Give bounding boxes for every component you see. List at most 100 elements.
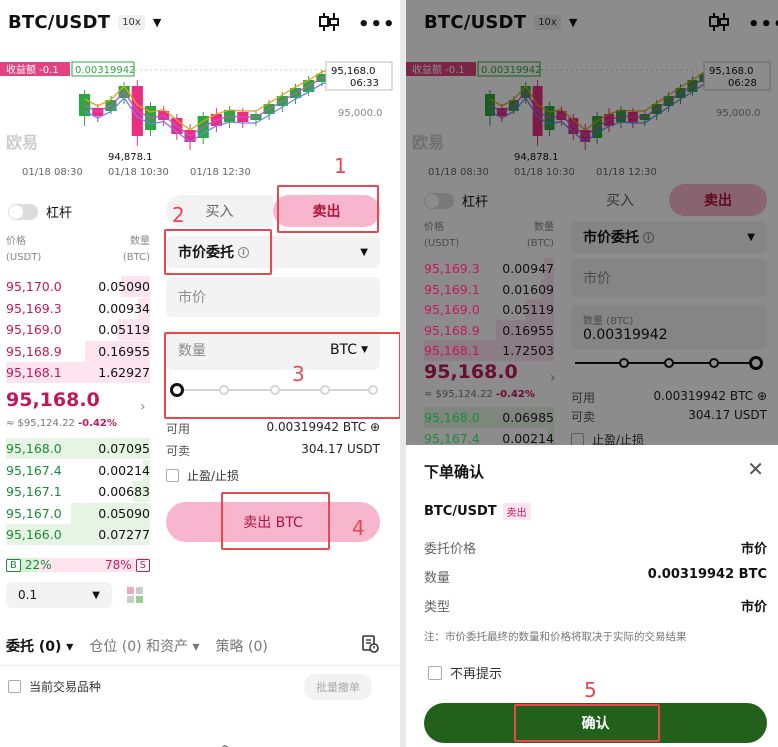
ask-qty: 0.00947 bbox=[502, 261, 554, 276]
available-row: 可用 0.00319942 BTC ⊕ bbox=[166, 420, 380, 436]
batch-cancel-button[interactable]: 批量撤单 bbox=[304, 674, 372, 700]
bid-row[interactable]: 95,166.0 0.07277 bbox=[6, 524, 150, 545]
last-price-sub: ≈ $95,124.22 -0.42% bbox=[6, 418, 117, 429]
ask-price: 95,169.0 bbox=[6, 322, 62, 337]
pair-selector[interactable]: BTC/USDT 10x ▼ bbox=[8, 12, 161, 33]
ask-row[interactable]: 95,170.0 0.05090 bbox=[6, 276, 150, 297]
countdown: 06:33 bbox=[350, 78, 379, 89]
bid-qty: 0.00683 bbox=[98, 484, 150, 499]
right-screen: BTC/USDT 10x ▼ ••• 收益额 -0.10.0031994295,… bbox=[406, 0, 778, 747]
margin-toggle[interactable]: 杠杆 bbox=[8, 202, 72, 221]
bid-price: 95,168.0 bbox=[6, 441, 62, 456]
current-pair-checkbox[interactable] bbox=[8, 680, 21, 693]
modal-backdrop[interactable] bbox=[406, 0, 778, 445]
sell-ratio: 78% bbox=[104, 558, 132, 572]
ask-price: 95,168.1 bbox=[6, 365, 62, 380]
chevron-up-icon[interactable]: ︿ bbox=[218, 734, 232, 747]
annotation-number-3: 3 bbox=[292, 362, 305, 386]
time-label: 01/18 08:30 bbox=[22, 167, 83, 178]
ask-qty: 0.05119 bbox=[98, 322, 150, 337]
more-icon[interactable]: ••• bbox=[358, 14, 396, 35]
okx-watermark: 欧易 bbox=[6, 133, 38, 152]
ask-row[interactable]: 95,168.9 0.16955 bbox=[6, 340, 150, 362]
buy-sell-ratio: B 22% 78% S bbox=[6, 556, 150, 574]
tp-sl-checkbox[interactable] bbox=[166, 469, 179, 482]
ask-price: 95,169.0 bbox=[424, 302, 480, 317]
sell-tag: S bbox=[135, 558, 150, 572]
bid-price: 95,168.0 bbox=[424, 410, 480, 425]
price-tag-value: 95,168.0 bbox=[331, 66, 376, 77]
ask-row[interactable]: 95,168.1 1.62927 bbox=[6, 362, 150, 383]
annotation-box-3 bbox=[164, 332, 400, 419]
ask-price: 95,168.1 bbox=[424, 343, 480, 358]
ask-qty: 0.16955 bbox=[502, 322, 554, 338]
bid-qty: 0.05090 bbox=[98, 505, 150, 521]
candlestick-icon[interactable] bbox=[318, 12, 340, 37]
ask-qty: 1.62927 bbox=[98, 365, 150, 380]
pair-title: BTC/USDT bbox=[8, 12, 111, 33]
ask-price: 95,168.9 bbox=[6, 343, 62, 359]
chevron-down-icon: ▼ bbox=[92, 589, 100, 601]
dont-show-again-row[interactable]: 不再提示 bbox=[428, 663, 502, 682]
dialog-title: 下单确认 bbox=[424, 463, 485, 481]
ask-qty: 1.72503 bbox=[502, 343, 554, 358]
chevron-down-icon: ▼ bbox=[152, 16, 162, 29]
bid-price: 95,167.4 bbox=[424, 430, 480, 446]
tab-orders[interactable]: 委托 (0) ▾ bbox=[6, 636, 73, 656]
close-icon[interactable]: ✕ bbox=[747, 457, 764, 481]
toggle-switch[interactable] bbox=[8, 203, 38, 220]
dont-show-checkbox[interactable] bbox=[428, 665, 442, 680]
annotation-box-5 bbox=[514, 704, 660, 742]
depth-view-icon[interactable] bbox=[124, 584, 146, 606]
bid-row[interactable]: 95,167.4 0.00214 bbox=[6, 459, 150, 481]
header-actions: ••• bbox=[318, 12, 396, 37]
sellable-row: 可卖 304.17 USDT bbox=[166, 442, 380, 458]
ask-qty: 0.16955 bbox=[98, 343, 150, 359]
precision-select[interactable]: 0.1 ▼ bbox=[6, 582, 112, 608]
bid-qty: 0.06985 bbox=[502, 410, 554, 425]
buy-tag: B bbox=[6, 558, 21, 572]
ask-qty: 0.00934 bbox=[98, 300, 150, 316]
dialog-pair: BTC/USDT 卖出 bbox=[424, 503, 531, 520]
bid-price: 95,167.0 bbox=[6, 505, 62, 521]
dialog-row-price: 委托价格 市价 bbox=[424, 542, 767, 557]
bid-qty: 0.00214 bbox=[502, 430, 554, 446]
low-label: 94,878.1 bbox=[108, 152, 153, 163]
bid-row[interactable]: 95,168.0 0.07095 bbox=[6, 438, 150, 459]
price-input[interactable]: 市价 bbox=[166, 277, 380, 317]
annotation-number-2: 2 bbox=[172, 203, 185, 227]
ma-line bbox=[84, 67, 362, 137]
add-circle-icon[interactable]: ⊕ bbox=[370, 420, 380, 434]
chevron-right-icon[interactable]: › bbox=[140, 399, 146, 415]
annotation-box-1 bbox=[277, 185, 379, 233]
bid-price: 95,166.0 bbox=[6, 527, 62, 542]
tab-strategy[interactable]: 策略 (0) bbox=[216, 636, 268, 656]
bid-qty: 0.07277 bbox=[98, 527, 150, 542]
tp-sl-checkbox-row[interactable]: 止盈/止损 bbox=[166, 467, 239, 484]
tab-positions[interactable]: 仓位 (0) 和资产 ▾ bbox=[89, 636, 199, 656]
bid-price: 95,167.1 bbox=[6, 484, 62, 499]
ask-price: 95,169.1 bbox=[424, 281, 480, 297]
bottom-tabs: 委托 (0) ▾ 仓位 (0) 和资产 ▾ 策略 (0) bbox=[6, 636, 268, 656]
annotation-box-4 bbox=[221, 492, 330, 550]
ask-qty: 0.01609 bbox=[502, 281, 554, 297]
ask-price: 95,169.3 bbox=[6, 300, 62, 316]
last-price[interactable]: 95,168.0 bbox=[6, 389, 100, 411]
leverage-badge: 10x bbox=[118, 15, 145, 30]
bid-row[interactable]: 95,167.0 0.05090 bbox=[6, 502, 150, 524]
qty-label: 0.00319942 bbox=[75, 65, 135, 76]
ask-row[interactable]: 95,169.0 0.05119 bbox=[6, 319, 150, 340]
level-label: 95,000.0 bbox=[338, 108, 383, 119]
divider bbox=[0, 665, 400, 666]
ma-line bbox=[84, 73, 362, 143]
ask-row[interactable]: 95,169.3 0.00934 bbox=[6, 297, 150, 319]
chevron-down-icon: ▼ bbox=[360, 246, 368, 258]
ask-price: 95,170.0 bbox=[6, 279, 62, 294]
bid-row[interactable]: 95,167.1 0.00683 bbox=[6, 481, 150, 502]
ask-price: 95,168.9 bbox=[424, 322, 480, 338]
ask-qty: 0.05090 bbox=[98, 279, 150, 294]
order-history-icon[interactable] bbox=[360, 634, 380, 654]
current-pair-filter[interactable]: 当前交易品种 bbox=[8, 678, 101, 695]
pnl-label: 收益额 -0.1 bbox=[6, 63, 59, 76]
bid-price: 95,167.4 bbox=[6, 462, 62, 478]
